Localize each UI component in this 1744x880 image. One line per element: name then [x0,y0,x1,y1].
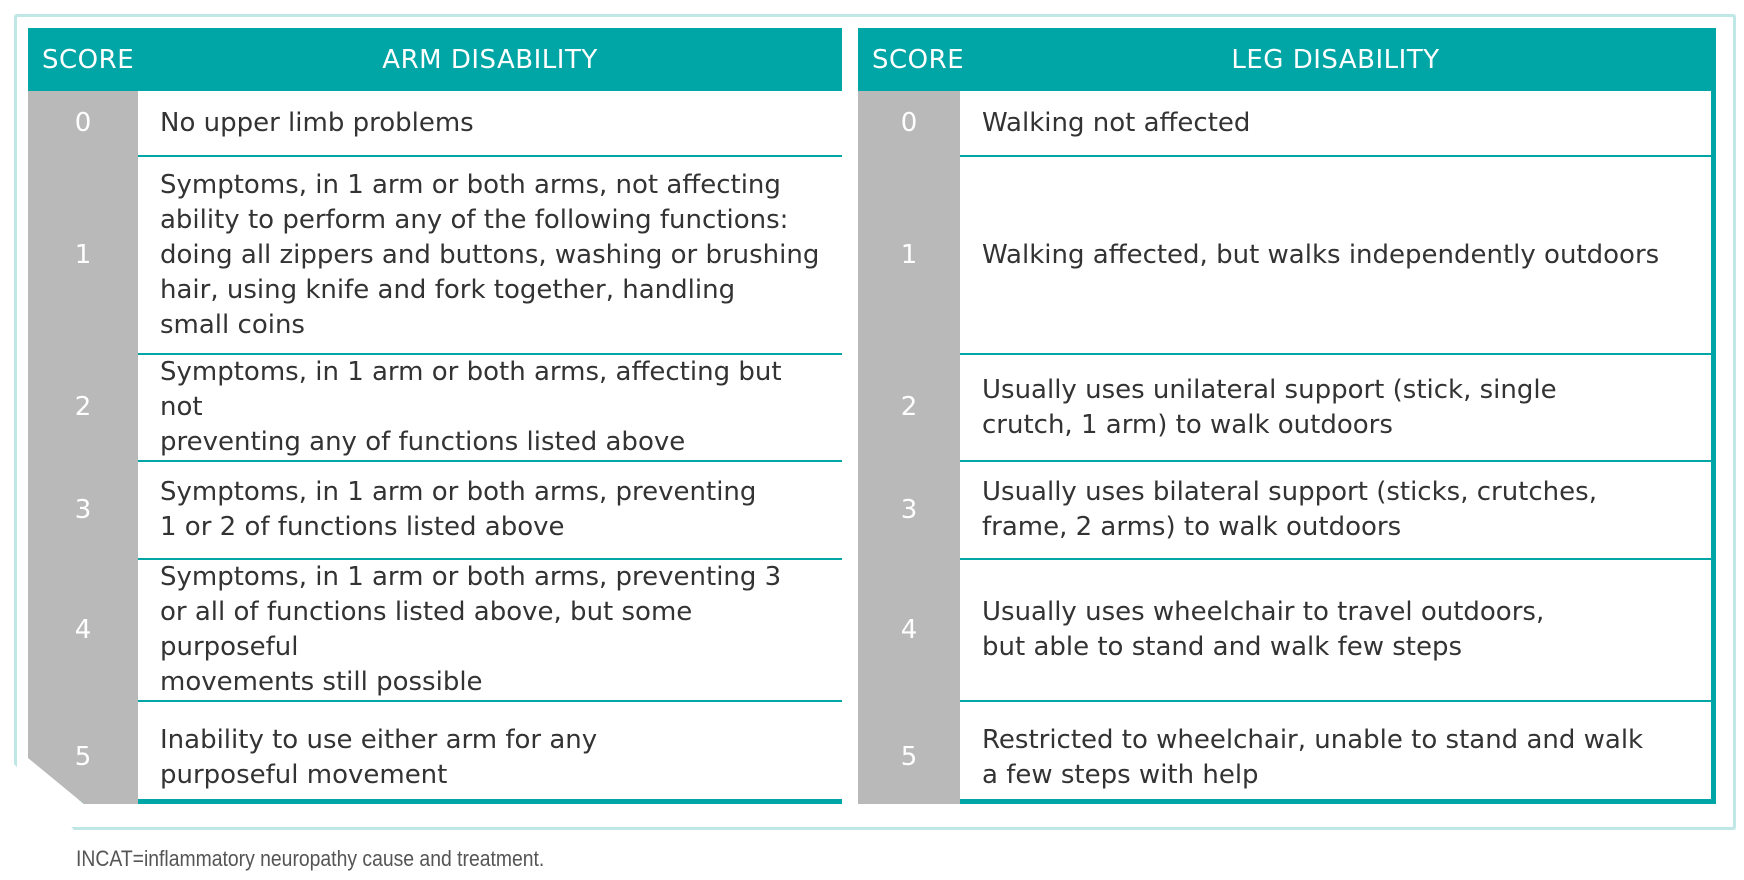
table-row: 2 Symptoms, in 1 arm or both arms, affect… [28,354,1711,462]
footnote: INCAT=inflammatory neuropathy cause and … [76,846,545,871]
leg-score-cell: 4 [842,559,960,702]
arm-description-cell: Symptoms, in 1 arm or both arms, prevent… [138,461,850,560]
leg-description-line: frame, 2 arms) to walk outdoors [982,512,1402,542]
arm-description-cell: Symptoms, in 1 arm or both arms, prevent… [138,559,850,702]
leg-description-line: a few steps with help [982,759,1259,790]
table-row: 5 Inability to use either arm for any purp… [28,701,1711,804]
leg-description-line: but able to stand and walk few steps [982,632,1463,662]
arm-score-cell: 3 [28,461,138,560]
arm-description-line: No upper limb problems [160,107,474,138]
leg-score-cell: 5 [842,701,960,804]
arm-description-line: or all of functions listed above, but so… [160,597,693,662]
header-score-leg: SCORE [842,28,964,91]
arm-description-line: doing all zippers and buttons, washing o… [160,239,820,270]
table-row: 3 Symptoms, in 1 arm or both arms, preven… [28,461,1711,560]
table-header-row: SCORE ARM DISABILITY SCORE LEG DISABILIT… [28,28,1711,91]
leg-description-cell: Usually uses unilateral support (stick, … [960,354,1711,462]
leg-description-line: Usually uses unilateral support (stick, … [982,374,1557,405]
leg-description-cell: Usually uses wheelchair to travel outdoo… [960,559,1711,702]
table-row: 4 Symptoms, in 1 arm or both arms, preven… [28,559,1711,702]
arm-score-cell: 0 [28,91,138,157]
leg-description-cell: Usually uses bilateral support (sticks, … [960,461,1711,560]
disability-score-table: SCORE ARM DISABILITY SCORE LEG DISABILIT… [28,28,1711,804]
arm-description-line: Symptoms, in 1 arm or both arms, affecti… [160,357,782,422]
leg-description-line: Usually uses wheelchair to travel outdoo… [982,597,1545,627]
leg-description-line: Usually uses bilateral support (sticks, … [982,477,1597,507]
arm-score-cell: 2 [28,354,138,462]
arm-score-cell: 1 [28,156,138,355]
table-row: 0 No upper limb problems 0 Walking not affe… [28,91,1711,157]
arm-description-cell: Inability to use either arm for any purpo… [138,701,850,804]
arm-description-line: purposeful movement [160,759,448,790]
leg-description-line: Walking not affected [982,107,1251,138]
arm-description-line: ability to perform any of the following … [160,204,789,235]
arm-description-cell: Symptoms, in 1 arm or both arms, affecti… [138,354,850,462]
arm-description-line: small coins [160,309,305,340]
arm-description-line: Inability to use either arm for any [160,724,598,755]
leg-description-cell: Walking not affected [960,91,1711,157]
disability-table-container: SCORE ARM DISABILITY SCORE LEG DISABILIT… [28,28,1716,804]
arm-score-cell: 4 [28,559,138,702]
leg-description-cell: Restricted to wheelchair, unable to stan… [960,701,1711,804]
leg-description-line: Restricted to wheelchair, unable to stan… [982,724,1644,755]
header-leg-disability: LEG DISABILITY [960,28,1711,91]
leg-description-line: crutch, 1 arm) to walk outdoors [982,409,1393,440]
arm-description-line: preventing any of functions listed above [160,427,686,457]
leg-description-cell: Walking affected, but walks independentl… [960,156,1711,355]
arm-description-line: Symptoms, in 1 arm or both arms, prevent… [160,477,757,507]
header-arm-disability: ARM DISABILITY [138,28,850,91]
leg-description-line: Walking affected, but walks independentl… [982,239,1660,270]
leg-score-cell: 1 [842,156,960,355]
arm-description-line: Symptoms, in 1 arm or both arms, prevent… [160,562,782,592]
arm-description-line: hair, using knife and fork together, han… [160,274,736,305]
leg-score-cell: 0 [842,91,960,157]
leg-score-cell: 2 [842,354,960,462]
arm-description-line: movements still possible [160,667,483,697]
arm-description-line: 1 or 2 of functions listed above [160,512,565,542]
arm-description-cell: No upper limb problems [138,91,850,157]
arm-description-cell: Symptoms, in 1 arm or both arms, not aff… [138,156,850,355]
table-row: 1 Symptoms, in 1 arm or both arms, not af… [28,156,1711,355]
header-score-arm: SCORE [28,28,138,91]
leg-score-cell: 3 [842,461,960,560]
arm-description-line: Symptoms, in 1 arm or both arms, not aff… [160,169,781,200]
